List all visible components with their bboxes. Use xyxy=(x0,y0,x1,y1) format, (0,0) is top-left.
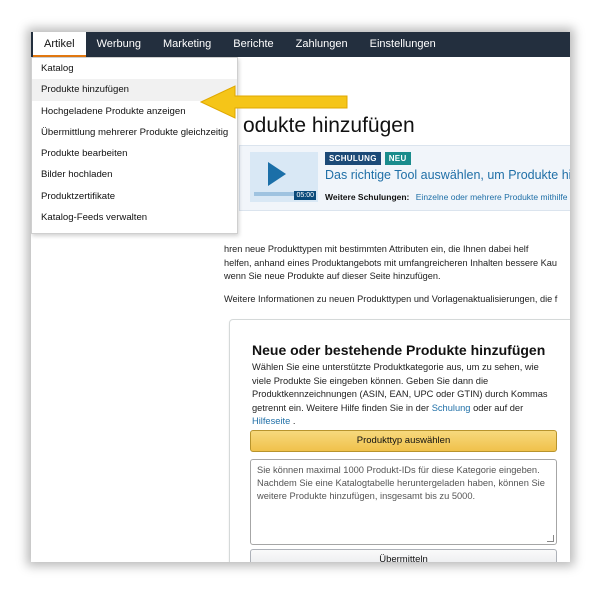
add-products-card: Neue oder bestehende Produkte hinzufügen… xyxy=(229,319,570,562)
product-ids-textarea[interactable]: Sie können maximal 1000 Produkt-IDs für … xyxy=(250,459,557,545)
tab-artikel[interactable]: Artikel xyxy=(33,32,86,57)
menu-item-uebermittlung-mehrerer[interactable]: Übermittlung mehrerer Produkte gleichzei… xyxy=(32,122,237,143)
tab-einstellungen[interactable]: Einstellungen xyxy=(359,32,447,57)
info-text: Weitere Informationen zu neuen Produktty… xyxy=(224,294,558,304)
top-navigation: Artikel Werbung Marketing Berichte Zahlu… xyxy=(31,32,570,57)
submit-button[interactable]: Übermitteln xyxy=(250,549,557,562)
menu-item-katalog[interactable]: Katalog xyxy=(32,58,237,79)
more-trainings-label: Weitere Schulungen: xyxy=(325,192,410,202)
menu-item-produktzertifikate[interactable]: Produktzertifikate xyxy=(32,186,237,207)
screenshot-frame: Artikel Werbung Marketing Berichte Zahlu… xyxy=(31,32,570,562)
play-icon xyxy=(268,162,286,186)
training-banner: 05:00 SCHULUNG NEU Das richtige Tool aus… xyxy=(239,145,570,211)
training-badges: SCHULUNG NEU xyxy=(325,152,411,165)
schulung-link[interactable]: Schulung xyxy=(432,403,471,413)
more-trainings: Weitere Schulungen: Einzelne oder mehrer… xyxy=(325,192,570,202)
textarea-placeholder: Sie können maximal 1000 Produkt-IDs für … xyxy=(257,465,545,501)
card-heading: Neue oder bestehende Produkte hinzufügen xyxy=(252,342,546,358)
intro-text: hren neue Produkttypen mit bestimmten At… xyxy=(224,243,570,284)
more-trainings-link[interactable]: Einzelne oder mehrere Produkte mithilfe … xyxy=(416,192,570,202)
tab-zahlungen[interactable]: Zahlungen xyxy=(285,32,359,57)
hilfeseite-link[interactable]: Hilfeseite xyxy=(252,416,290,426)
tab-marketing[interactable]: Marketing xyxy=(152,32,222,57)
video-duration: 05:00 xyxy=(294,191,316,200)
desc-text: oder auf der xyxy=(473,402,524,413)
tab-werbung[interactable]: Werbung xyxy=(86,32,152,57)
yellow-arrow-icon xyxy=(199,85,348,119)
intro-line: wenn Sie neue Produkte auf dieser Seite … xyxy=(224,271,441,281)
menu-item-bilder-hochladen[interactable]: Bilder hochladen xyxy=(32,164,237,185)
menu-item-produkte-bearbeiten[interactable]: Produkte bearbeiten xyxy=(32,143,237,164)
intro-line: hren neue Produkttypen mit bestimmten At… xyxy=(224,244,529,254)
card-description: Wählen Sie eine unterstützte Produktkate… xyxy=(252,361,557,429)
menu-item-katalog-feeds[interactable]: Katalog-Feeds verwalten xyxy=(32,207,237,228)
select-product-type-button[interactable]: Produkttyp auswählen xyxy=(250,430,557,452)
intro-line: helfen, anhand eines Produktangebots mit… xyxy=(224,257,558,268)
training-video-thumbnail[interactable]: 05:00 xyxy=(250,152,318,202)
thumbnail-bar xyxy=(254,192,296,196)
badge-neu: NEU xyxy=(384,152,411,165)
resize-handle-icon[interactable] xyxy=(547,535,554,542)
tab-berichte[interactable]: Berichte xyxy=(222,32,284,57)
desc-text: . xyxy=(292,416,296,426)
badge-schulung: SCHULUNG xyxy=(325,152,381,165)
training-title-link[interactable]: Das richtige Tool auswählen, um Produkte… xyxy=(325,168,570,182)
